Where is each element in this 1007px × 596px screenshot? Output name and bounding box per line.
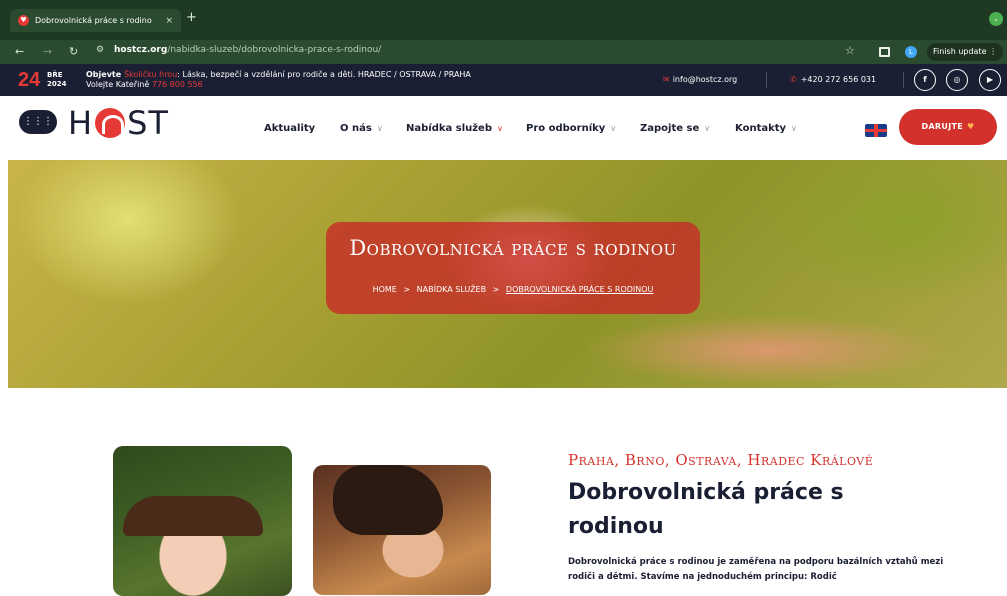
browser-tab[interactable]: ♥ Dobrovolnická práce s rodino × (10, 9, 181, 32)
url-path: /nabidka-sluzeb/dobrovolnicka-prace-s-ro… (167, 45, 382, 55)
hero-banner: Dobrovolnická práce s rodinou HOME > NAB… (8, 160, 1007, 388)
donate-label: DARUJTE (921, 122, 963, 131)
breadcrumb-services[interactable]: NABÍDKA SLUŽEB (417, 285, 486, 294)
breadcrumb: HOME > NABÍDKA SLUŽEB > DOBROVOLNICKÁ PR… (326, 285, 700, 294)
back-icon[interactable]: ← (15, 45, 24, 58)
nav-item-zapojte-se[interactable]: Zapojte se ∨ (640, 123, 710, 134)
nav-label: Nabídka služeb (406, 123, 493, 134)
promo-prefix: Objevte (86, 70, 124, 79)
nav-label: Kontakty (735, 123, 787, 134)
photo-detail (333, 465, 443, 535)
promo-call-prefix: Volejte Kateřině (86, 80, 152, 89)
instagram-icon[interactable]: ◎ (946, 69, 968, 91)
promo-phone[interactable]: 776 800 556 (152, 80, 203, 89)
site-header: ⋮⋮⋮ H ST Aktuality O nás ∨ Nabídka služeb… (0, 96, 1007, 158)
logo-letters-st: ST (127, 104, 169, 142)
breadcrumb-home[interactable]: HOME (373, 285, 397, 294)
site-favicon-icon: ♥ (18, 15, 29, 26)
divider (903, 72, 904, 88)
close-tab-icon[interactable]: × (165, 16, 173, 26)
url-text: hostcz.org/nabidka-sluzeb/dobrovolnicka-… (114, 45, 381, 55)
logo-letter-h: H (68, 104, 94, 142)
locations-subheading: Praha, Brno, Ostrava, Hradec Králové (568, 451, 874, 469)
forward-icon[interactable]: → (43, 45, 52, 58)
host-logo[interactable]: H ST (68, 104, 169, 142)
photo-child-in-grass (113, 446, 292, 596)
tab-title: Dobrovolnická práce s rodino (35, 16, 152, 25)
nav-label: O nás (340, 123, 372, 134)
photo-mother-and-child (313, 465, 491, 595)
browser-toolbar: ← → ↻ ⚙ hostcz.org/nabidka-sluzeb/dobrov… (0, 40, 1007, 64)
breadcrumb-current[interactable]: DOBROVOLNICKÁ PRÁCE S RODINOU (506, 285, 654, 294)
section-heading: Dobrovolnická práce s rodinou (568, 480, 844, 539)
hero-title-box: Dobrovolnická práce s rodinou HOME > NAB… (326, 222, 700, 314)
site-settings-icon[interactable]: ⚙ (96, 45, 104, 55)
browser-tab-strip: ♥ Dobrovolnická práce s rodino × + ⌄ (0, 0, 1007, 40)
chevron-down-icon: ∨ (610, 124, 617, 133)
english-flag-icon[interactable] (865, 124, 887, 137)
phone-icon: ✆ (790, 75, 797, 84)
nav-item-aktuality[interactable]: Aktuality (264, 123, 315, 134)
breadcrumb-separator: > (492, 285, 500, 294)
tab-search-icon[interactable]: ⌄ (989, 12, 1003, 26)
phone-link[interactable]: ✆ +420 272 656 031 (790, 75, 876, 84)
browser-menu-icon[interactable]: ⋮ (989, 47, 997, 56)
chevron-down-icon: ∨ (497, 124, 503, 133)
donate-button[interactable]: DARUJTE ♥ (899, 109, 997, 145)
side-panel-icon[interactable] (879, 47, 890, 57)
breadcrumb-separator: > (403, 285, 411, 294)
youtube-icon[interactable]: ▶ (979, 69, 1001, 91)
finish-update-button[interactable]: Finish update ⋮ (927, 43, 1004, 61)
page-title: Dobrovolnická práce s rodinou (349, 236, 677, 260)
profile-avatar[interactable]: L (905, 46, 917, 58)
finish-update-label: Finish update (933, 47, 987, 56)
photo-detail (123, 496, 263, 536)
date-month: BŘE (47, 71, 63, 79)
chevron-down-icon: ∨ (791, 124, 797, 133)
promo-text: Objevte Školičku hrou: Láska, bezpečí a … (86, 70, 471, 90)
date-year: 2024 (47, 80, 67, 88)
intro-paragraph: Dobrovolnická práce s rodinou je zaměřen… (568, 557, 944, 582)
reload-icon[interactable]: ↻ (69, 45, 78, 58)
url-host: hostcz.org (114, 45, 168, 55)
promo-rest: : Láska, bezpečí a vzdělání pro rodiče a… (177, 70, 471, 79)
bookmark-star-icon[interactable]: ☆ (845, 44, 855, 57)
email-text: info@hostcz.org (672, 75, 738, 84)
nav-label: Zapojte se (640, 123, 700, 134)
address-bar[interactable]: ⚙ hostcz.org/nabidka-sluzeb/dobrovolnick… (92, 43, 867, 61)
nav-item-o-nas[interactable]: O nás ∨ (340, 123, 383, 134)
date-day: 24 (18, 69, 41, 91)
phone-text: +420 272 656 031 (800, 75, 877, 84)
divider (766, 72, 767, 88)
chat-icon: ✉ (663, 75, 670, 84)
email-link[interactable]: ✉ info@hostcz.org (663, 75, 737, 84)
top-info-bar: 24 BŘE 2024 Objevte Školičku hrou: Láska,… (0, 64, 1007, 96)
chevron-down-icon: ∨ (376, 124, 383, 133)
promo-link[interactable]: Školičku hrou (124, 70, 177, 79)
date-month-year: BŘE 2024 (47, 71, 66, 89)
nav-item-pro-odborniky[interactable]: Pro odborníky ∨ (526, 123, 616, 134)
nav-label: Pro odborníky (526, 123, 606, 134)
nav-item-kontakty[interactable]: Kontakty ∨ (735, 123, 797, 134)
facebook-icon[interactable]: f (914, 69, 936, 91)
nav-item-nabidka-sluzeb[interactable]: Nabídka služeb ∨ (406, 123, 503, 134)
apps-grid-button[interactable]: ⋮⋮⋮ (19, 110, 57, 134)
heart-icon: ♥ (967, 122, 975, 131)
logo-emblem-icon (95, 108, 126, 138)
chevron-down-icon: ∨ (704, 124, 711, 133)
new-tab-button[interactable]: + (186, 10, 197, 25)
